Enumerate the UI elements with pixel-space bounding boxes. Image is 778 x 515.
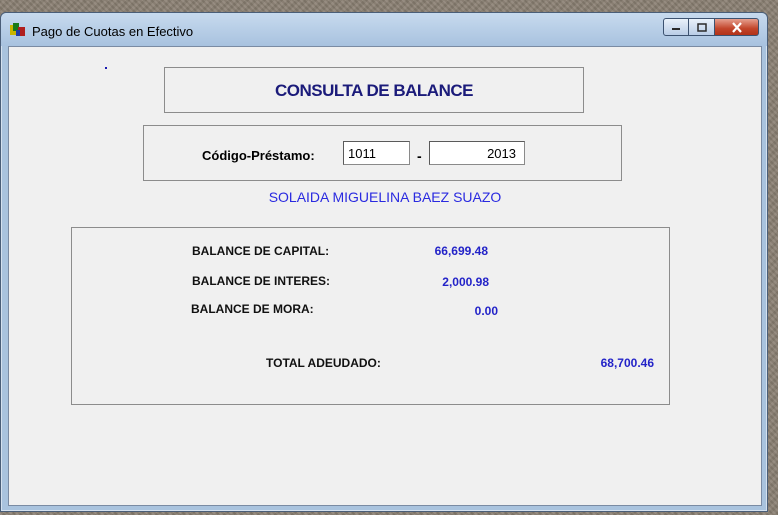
client-name: SOLAIDA MIGUELINA BAEZ SUAZO	[268, 189, 502, 205]
title-bar[interactable]: Pago de Cuotas en Efectivo	[1, 13, 767, 46]
app-window: Pago de Cuotas en Efectivo CONSULTA DE B…	[0, 12, 768, 512]
window-title: Pago de Cuotas en Efectivo	[32, 24, 194, 39]
interest-balance-value: 2,000.98	[442, 275, 489, 289]
app-icon	[10, 23, 25, 36]
minimize-button[interactable]	[663, 18, 689, 36]
total-owed-value: 68,700.46	[600, 356, 654, 370]
capital-balance-value: 66,699.48	[434, 244, 488, 258]
loan-year-input[interactable]	[429, 141, 525, 165]
balance-panel: BALANCE DE CAPITAL: 66,699.48 BALANCE DE…	[71, 227, 670, 405]
page-title: CONSULTA DE BALANCE	[275, 81, 473, 100]
loan-code-input[interactable]	[343, 141, 410, 165]
late-balance-value: 0.00	[474, 304, 498, 318]
loan-code-separator: -	[417, 148, 422, 164]
close-button[interactable]	[715, 18, 759, 36]
total-owed-label: TOTAL ADEUDADO:	[266, 356, 381, 370]
window-controls	[663, 18, 759, 38]
loan-code-label: Código-Préstamo:	[202, 148, 315, 163]
loan-code-panel: Código-Préstamo: -	[143, 125, 622, 181]
close-icon	[731, 21, 742, 33]
stray-dot	[105, 67, 107, 69]
late-balance-label: BALANCE DE MORA:	[191, 302, 314, 316]
interest-balance-label: BALANCE DE INTERES:	[192, 274, 331, 288]
form-area: CONSULTA DE BALANCE Código-Préstamo: - S…	[8, 46, 762, 506]
maximize-icon	[696, 22, 707, 32]
header-panel: CONSULTA DE BALANCE	[164, 67, 584, 113]
maximize-button[interactable]	[689, 18, 715, 36]
capital-balance-label: BALANCE DE CAPITAL:	[192, 244, 330, 258]
minimize-icon	[672, 28, 680, 30]
